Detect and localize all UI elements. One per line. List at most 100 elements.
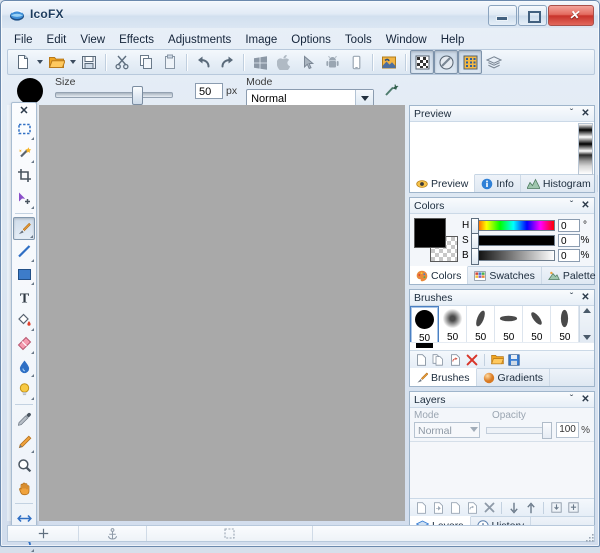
tab-histogram[interactable]: Histogram bbox=[521, 175, 598, 192]
resize-grip[interactable] bbox=[585, 533, 595, 543]
move-selection-tool[interactable] bbox=[13, 187, 35, 210]
tab-swatches[interactable]: Swatches bbox=[468, 267, 542, 284]
show-transparency-button[interactable] bbox=[410, 50, 434, 74]
save-button[interactable] bbox=[77, 50, 101, 74]
scroll-down-arrow-icon[interactable] bbox=[583, 335, 591, 340]
brushes-collapse-icon[interactable]: ˇ bbox=[565, 291, 578, 304]
brush-size-slider[interactable] bbox=[55, 92, 173, 98]
brightness-input[interactable]: 0 bbox=[558, 249, 580, 262]
foreground-color-swatch[interactable] bbox=[414, 218, 446, 248]
move-layer-up-button[interactable] bbox=[523, 500, 539, 515]
mobile-format-button[interactable] bbox=[344, 50, 368, 74]
layer-opacity-slider[interactable] bbox=[486, 427, 551, 434]
maximize-button[interactable] bbox=[518, 5, 547, 26]
menu-effects[interactable]: Effects bbox=[112, 32, 161, 48]
eraser-tool[interactable] bbox=[13, 332, 35, 355]
brightness-slider[interactable] bbox=[472, 250, 555, 261]
reset-brush-button[interactable] bbox=[447, 352, 463, 367]
dodge-burn-tool[interactable] bbox=[13, 378, 35, 401]
brush-item[interactable]: 50 bbox=[467, 306, 495, 342]
tab-colors[interactable]: Colors bbox=[410, 266, 468, 284]
copy-button[interactable] bbox=[134, 50, 158, 74]
duplicate-layer-button[interactable] bbox=[447, 500, 463, 515]
brush-size-input[interactable]: 50 bbox=[195, 83, 223, 99]
new-layer-button[interactable] bbox=[413, 500, 429, 515]
move-layer-down-button[interactable] bbox=[506, 500, 522, 515]
brush-size-slider-thumb[interactable] bbox=[132, 86, 143, 105]
menu-options[interactable]: Options bbox=[284, 32, 338, 48]
delete-layer-button[interactable] bbox=[481, 500, 497, 515]
android-format-button[interactable] bbox=[320, 50, 344, 74]
brush-item[interactable]: 50 bbox=[410, 306, 439, 342]
magic-wand-tool[interactable] bbox=[13, 141, 35, 164]
undo-button[interactable] bbox=[191, 50, 215, 74]
brush-scrollbar[interactable] bbox=[579, 306, 594, 342]
new-document-dropdown-icon[interactable] bbox=[35, 51, 44, 73]
menu-tools[interactable]: Tools bbox=[338, 32, 379, 48]
macos-format-button[interactable] bbox=[272, 50, 296, 74]
color-picker-tool[interactable] bbox=[13, 408, 35, 431]
show-grid-button[interactable] bbox=[458, 50, 482, 74]
menu-edit[interactable]: Edit bbox=[40, 32, 74, 48]
preview-collapse-icon[interactable]: ˇ bbox=[565, 107, 578, 120]
preview-close-icon[interactable]: ✕ bbox=[579, 107, 592, 120]
delete-brush-button[interactable] bbox=[464, 352, 480, 367]
chevron-down-icon[interactable] bbox=[470, 427, 478, 432]
layers-list[interactable] bbox=[410, 441, 594, 498]
show-overlay-button[interactable] bbox=[434, 50, 458, 74]
paint-bucket-tool[interactable] bbox=[13, 309, 35, 332]
scroll-up-arrow-icon[interactable] bbox=[583, 308, 591, 313]
redo-button[interactable] bbox=[215, 50, 239, 74]
menu-image[interactable]: Image bbox=[238, 32, 284, 48]
pencil-tool[interactable] bbox=[13, 431, 35, 454]
reset-brush-icon[interactable] bbox=[384, 82, 400, 101]
layers-collapse-icon[interactable]: ˇ bbox=[565, 393, 578, 406]
tab-palette[interactable]: Palette bbox=[542, 267, 600, 284]
tab-preview[interactable]: Preview bbox=[410, 174, 475, 192]
menu-help[interactable]: Help bbox=[434, 32, 472, 48]
layer-opacity-slider-thumb[interactable] bbox=[542, 422, 552, 439]
brush-item[interactable]: 50 bbox=[551, 306, 579, 342]
colors-collapse-icon[interactable]: ˇ bbox=[565, 199, 578, 212]
menu-adjustments[interactable]: Adjustments bbox=[161, 32, 238, 48]
layer-blend-mode-select[interactable]: Normal bbox=[414, 422, 480, 438]
text-tool[interactable]: T bbox=[13, 286, 35, 309]
import-layer-button[interactable] bbox=[548, 500, 564, 515]
saturation-input[interactable]: 0 bbox=[558, 234, 580, 247]
menu-view[interactable]: View bbox=[73, 32, 112, 48]
pan-tool[interactable] bbox=[13, 477, 35, 500]
saturation-slider[interactable] bbox=[472, 235, 555, 246]
tool-palette-close-button[interactable]: ✕ bbox=[12, 103, 36, 118]
colors-close-icon[interactable]: ✕ bbox=[579, 199, 592, 212]
tab-brushes[interactable]: Brushes bbox=[410, 368, 477, 386]
line-tool[interactable] bbox=[13, 240, 35, 263]
cursor-format-button[interactable] bbox=[296, 50, 320, 74]
layers-close-icon[interactable]: ✕ bbox=[579, 393, 592, 406]
load-brushes-button[interactable] bbox=[489, 352, 505, 367]
export-image-button[interactable] bbox=[377, 50, 401, 74]
export-layer-button[interactable] bbox=[565, 500, 581, 515]
paintbrush-tool[interactable] bbox=[13, 217, 35, 240]
save-brushes-button[interactable] bbox=[506, 352, 522, 367]
menu-file[interactable]: File bbox=[7, 32, 40, 48]
open-button[interactable] bbox=[44, 50, 68, 74]
brush-item[interactable]: 50 bbox=[495, 306, 523, 342]
windows-format-button[interactable] bbox=[248, 50, 272, 74]
brush-item[interactable]: 50 bbox=[439, 306, 467, 342]
minimize-button[interactable] bbox=[488, 5, 517, 26]
open-dropdown-icon[interactable] bbox=[68, 51, 77, 73]
rectangle-shape-tool[interactable] bbox=[13, 263, 35, 286]
layer-opacity-input[interactable]: 100 bbox=[556, 422, 579, 438]
merge-layer-button[interactable] bbox=[464, 500, 480, 515]
new-layer-from-selection-button[interactable] bbox=[430, 500, 446, 515]
new-brush-button[interactable] bbox=[413, 352, 429, 367]
tab-info[interactable]: Info bbox=[475, 175, 521, 192]
zoom-tool[interactable] bbox=[13, 454, 35, 477]
crop-tool[interactable] bbox=[13, 164, 35, 187]
layers-stack-button[interactable] bbox=[482, 50, 506, 74]
paste-button[interactable] bbox=[158, 50, 182, 74]
hue-input[interactable]: 0 bbox=[558, 219, 580, 232]
brush-item[interactable]: 50 bbox=[523, 306, 551, 342]
new-document-button[interactable] bbox=[11, 50, 35, 74]
rectangular-select-tool[interactable] bbox=[13, 118, 35, 141]
